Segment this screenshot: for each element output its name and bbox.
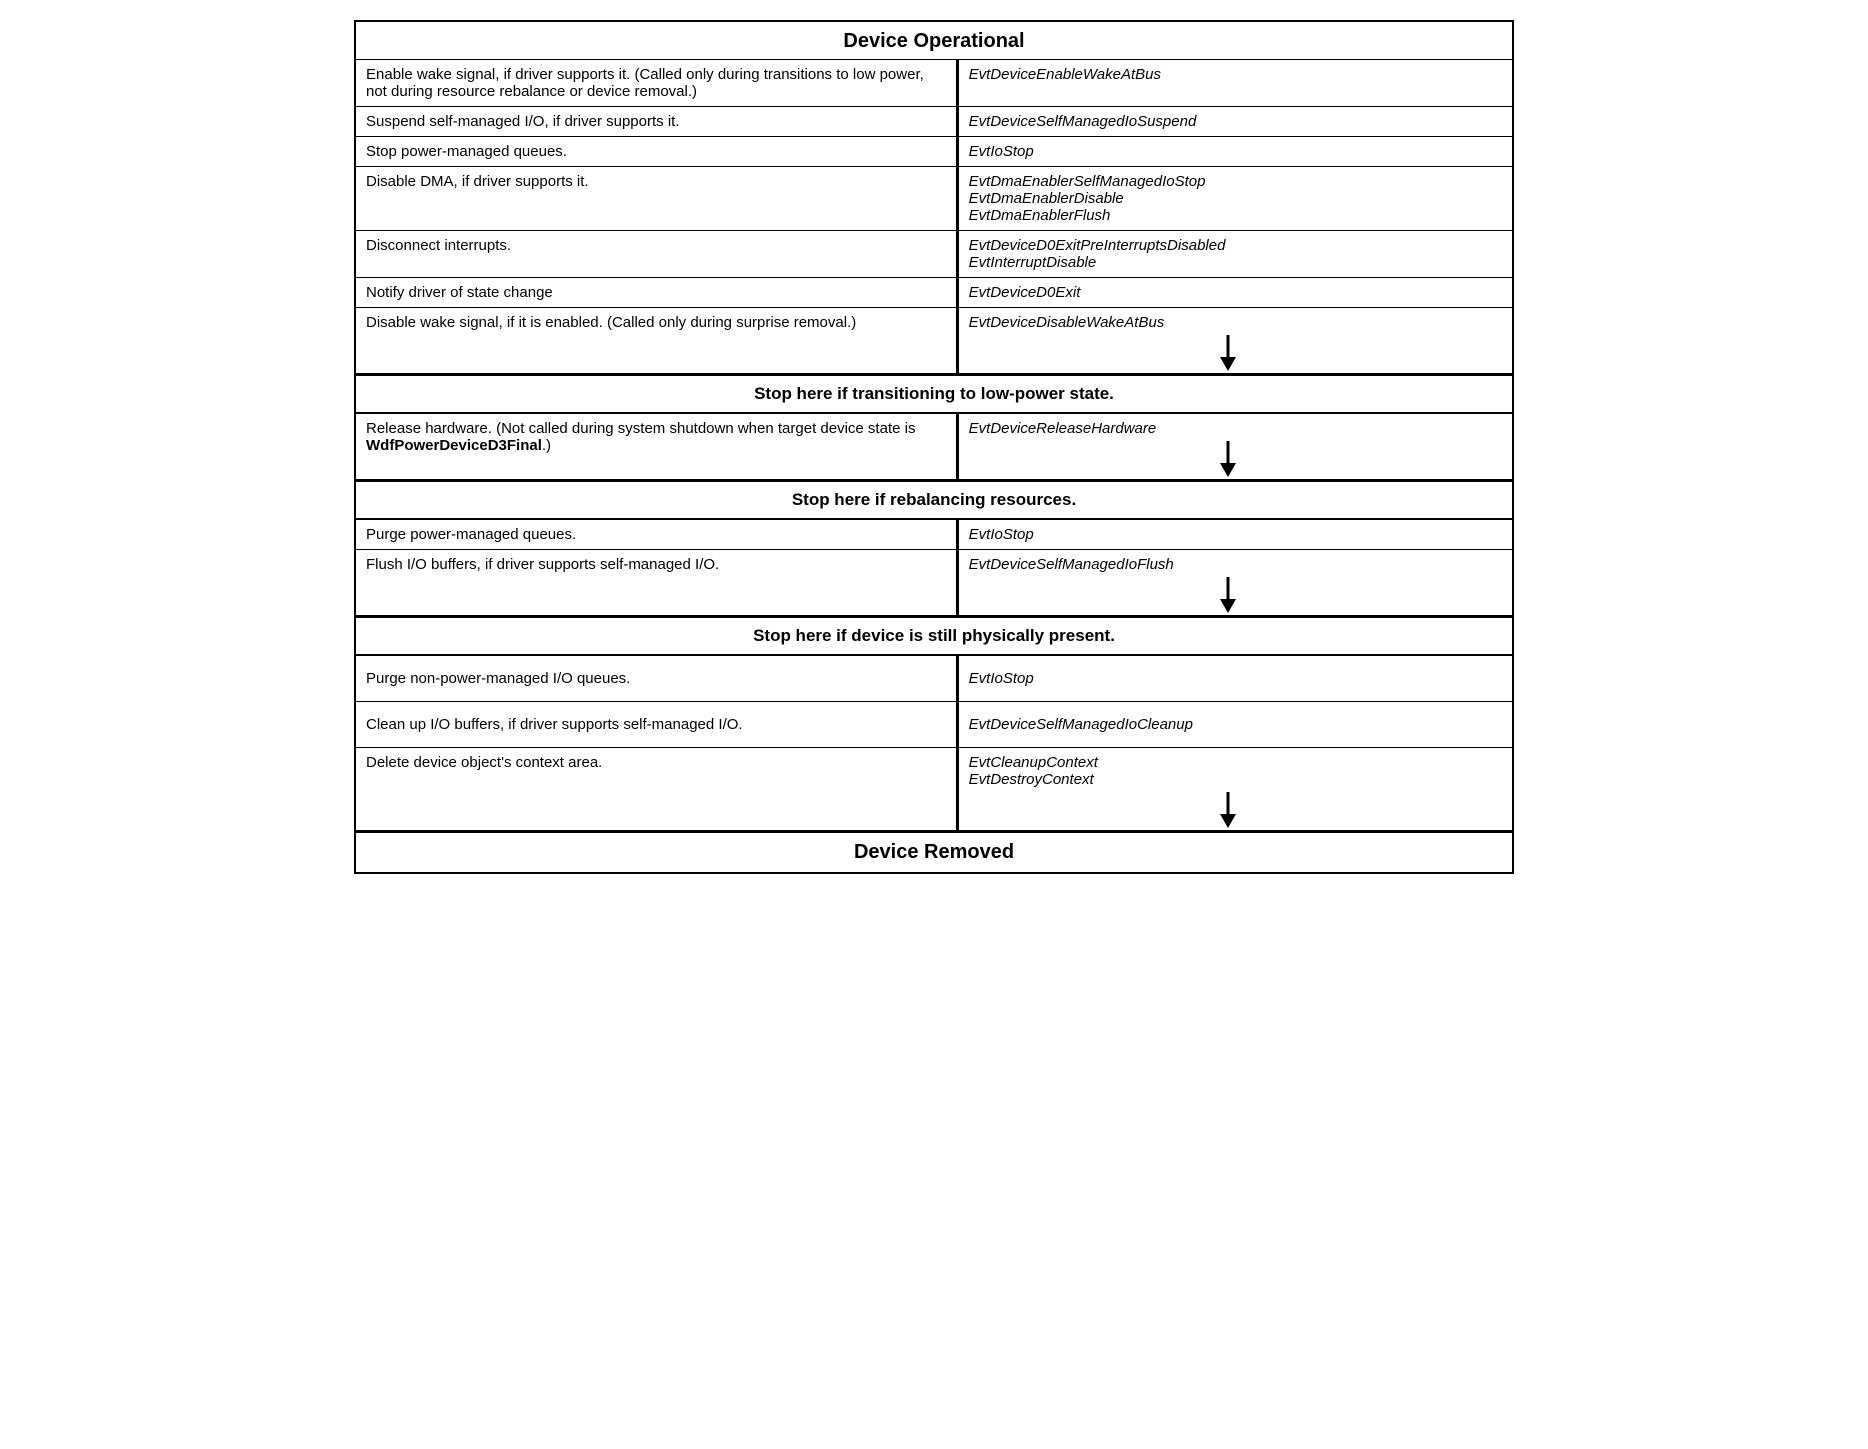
table-row: Purge non-power-managed I/O queues. EvtI…: [355, 656, 1513, 702]
table-row: Disable DMA, if driver supports it. EvtD…: [355, 167, 1513, 231]
flush-io-left: Flush I/O buffers, if driver supports se…: [355, 550, 957, 617]
row5-left: Disconnect interrupts.: [355, 231, 957, 278]
table-row: Stop power-managed queues. EvtIoStop: [355, 137, 1513, 167]
delete-dev-left: Delete device object's context area.: [355, 748, 957, 832]
row4-left: Disable DMA, if driver supports it.: [355, 167, 957, 231]
table-row: Disconnect interrupts. EvtDeviceD0ExitPr…: [355, 231, 1513, 278]
section-header-2: Stop here if rebalancing resources.: [354, 481, 1514, 519]
row6-right: EvtDeviceD0Exit: [957, 278, 1513, 308]
table-row: Disable wake signal, if it is enabled. (…: [355, 308, 1513, 375]
page-footer: Device Removed: [354, 832, 1514, 874]
row1-right: EvtDeviceEnableWakeAtBus: [957, 60, 1513, 107]
purge-npm-left: Purge non-power-managed I/O queues.: [355, 656, 957, 702]
arrow-down-icon-2: [1214, 441, 1242, 477]
row6-left: Notify driver of state change: [355, 278, 957, 308]
row7-left: Disable wake signal, if it is enabled. (…: [355, 308, 957, 375]
purge-npm-right: EvtIoStop: [957, 656, 1513, 702]
table-row: Delete device object's context area. Evt…: [355, 748, 1513, 832]
row2-right: EvtDeviceSelfManagedIoSuspend: [957, 107, 1513, 137]
arrow-down-icon-4: [1214, 792, 1242, 828]
delete-dev-right: EvtCleanupContext EvtDestroyContext: [957, 748, 1513, 832]
table-row: Purge power-managed queues. EvtIoStop: [355, 520, 1513, 550]
main-container: Device Operational Enable wake signal, i…: [354, 20, 1514, 874]
table-row: Suspend self-managed I/O, if driver supp…: [355, 107, 1513, 137]
page-title: Device Operational: [354, 20, 1514, 59]
table-row: Enable wake signal, if driver supports i…: [355, 60, 1513, 107]
purge-pm-right: EvtIoStop: [957, 520, 1513, 550]
row4-right: EvtDmaEnablerSelfManagedIoStop EvtDmaEna…: [957, 167, 1513, 231]
cleanup-io-left: Clean up I/O buffers, if driver supports…: [355, 702, 957, 748]
table-row: Release hardware. (Not called during sys…: [355, 414, 1513, 481]
main-table: Enable wake signal, if driver supports i…: [354, 59, 1514, 375]
row3-right: EvtIoStop: [957, 137, 1513, 167]
row2-left: Suspend self-managed I/O, if driver supp…: [355, 107, 957, 137]
release-hw-right: EvtDeviceReleaseHardware: [957, 414, 1513, 481]
cleanup-io-right: EvtDeviceSelfManagedIoCleanup: [957, 702, 1513, 748]
arrow-down-icon: [1214, 335, 1242, 371]
row5-right: EvtDeviceD0ExitPreInterruptsDisabled Evt…: [957, 231, 1513, 278]
arrow-down-icon-3: [1214, 577, 1242, 613]
section-header-1: Stop here if transitioning to low-power …: [354, 375, 1514, 413]
row3-left: Stop power-managed queues.: [355, 137, 957, 167]
release-hw-left: Release hardware. (Not called during sys…: [355, 414, 957, 481]
row7-right: EvtDeviceDisableWakeAtBus: [957, 308, 1513, 375]
row1-left: Enable wake signal, if driver supports i…: [355, 60, 957, 107]
section3-table: Purge power-managed queues. EvtIoStop Fl…: [354, 519, 1514, 617]
table-row: Flush I/O buffers, if driver supports se…: [355, 550, 1513, 617]
section-header-3: Stop here if device is still physically …: [354, 617, 1514, 655]
table-row: Clean up I/O buffers, if driver supports…: [355, 702, 1513, 748]
purge-pm-left: Purge power-managed queues.: [355, 520, 957, 550]
flush-io-right: EvtDeviceSelfManagedIoFlush: [957, 550, 1513, 617]
table-row: Notify driver of state change EvtDeviceD…: [355, 278, 1513, 308]
section2-table: Release hardware. (Not called during sys…: [354, 413, 1514, 481]
section4-table: Purge non-power-managed I/O queues. EvtI…: [354, 655, 1514, 832]
